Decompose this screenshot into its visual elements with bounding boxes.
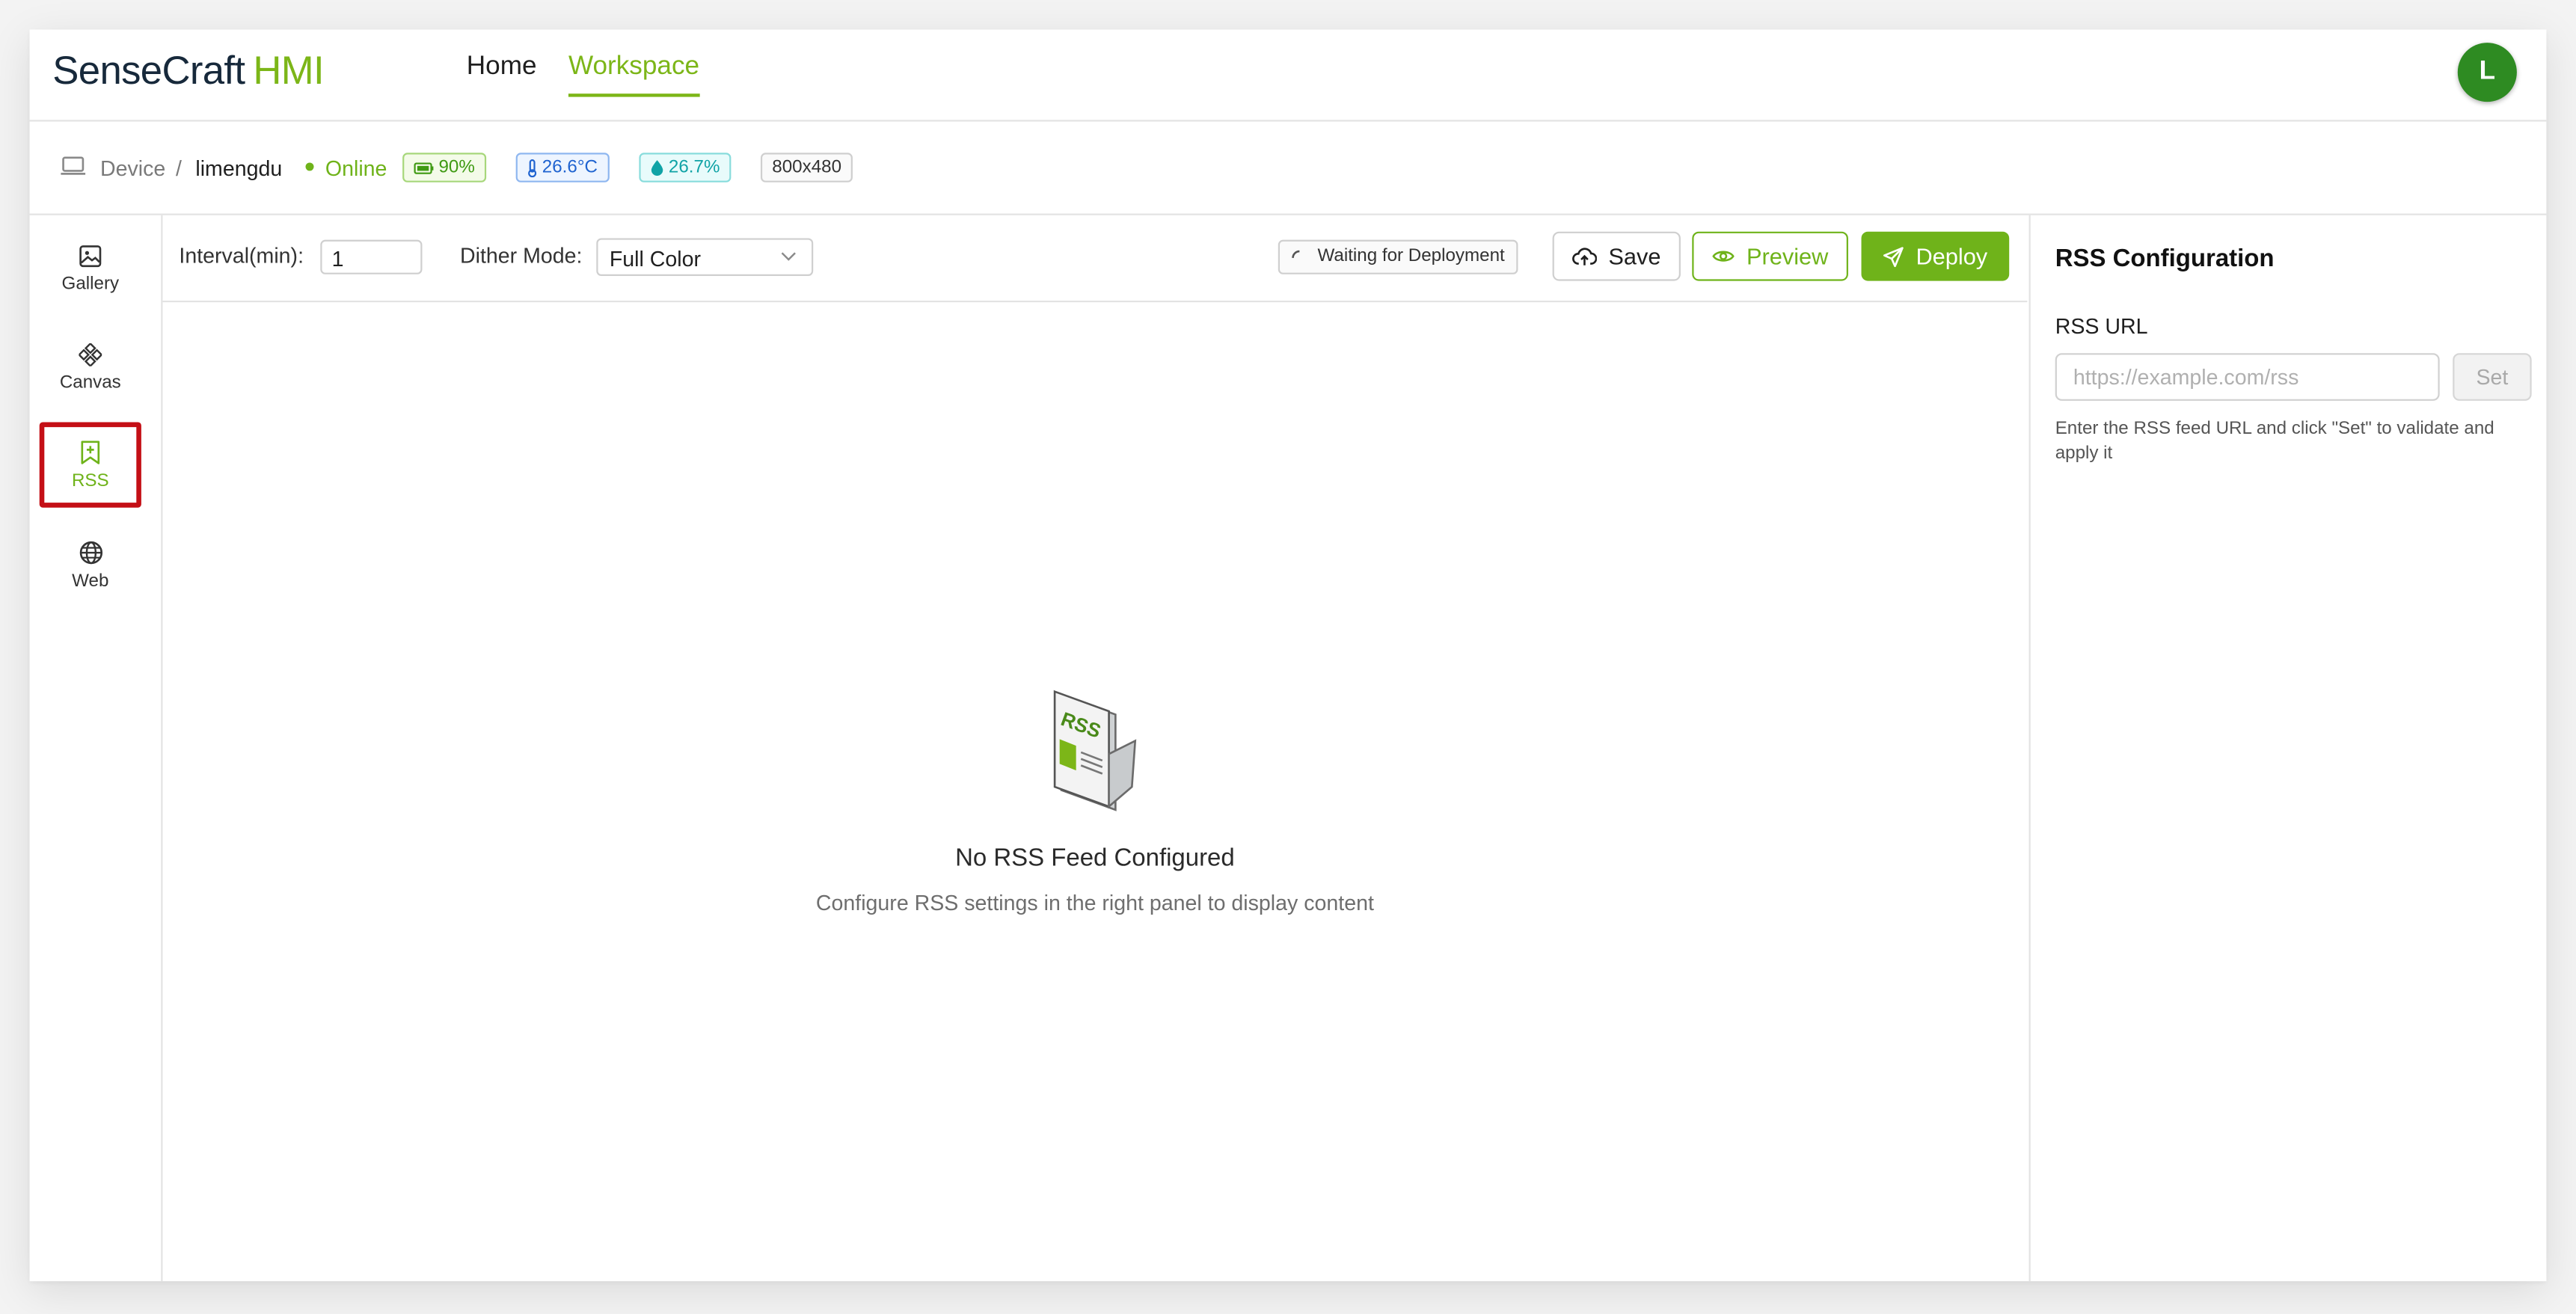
humidity-badge: 26.7% [639, 153, 732, 182]
empty-state-title: No RSS Feed Configured [955, 844, 1235, 873]
nav-home[interactable]: Home [467, 52, 537, 82]
battery-icon [414, 162, 434, 174]
save-button-label: Save [1608, 243, 1661, 270]
breadcrumb-separator: / [176, 156, 182, 181]
device-status-text: Online [325, 156, 387, 181]
sidebar-item-label: Gallery [61, 274, 120, 295]
save-button[interactable]: Save [1552, 231, 1681, 281]
deploy-button-label: Deploy [1916, 243, 1988, 270]
loading-spinner-icon [1292, 249, 1300, 257]
temperature-value: 26.6°C [542, 157, 598, 178]
rss-config-panel: RSS Configuration RSS URL https://exampl… [2028, 215, 2547, 1282]
sidebar-item-label: Web [72, 571, 109, 591]
eye-icon [1712, 251, 1735, 262]
rss-url-input[interactable]: https://example.com/rss [2055, 353, 2440, 401]
workspace-toolbar: Interval(min): 1 Dither Mode: Full Color… [162, 215, 2028, 303]
resolution-badge: 800x480 [760, 153, 853, 182]
app-window: SenseCraft HMI Home Workspace L Device / … [29, 29, 2547, 1282]
rss-document-illustration: RSS [1053, 690, 1137, 811]
sidebar-item-rss[interactable]: RSS [39, 422, 141, 508]
sidebar-item-label: Canvas [59, 372, 121, 393]
preview-button[interactable]: Preview [1692, 231, 1848, 281]
logo-text-product: HMI [253, 49, 325, 94]
canvas-icon [79, 343, 102, 366]
chevron-down-icon [781, 252, 796, 261]
rss-url-label: RSS URL [2055, 313, 2148, 339]
humidity-value: 26.7% [668, 157, 720, 178]
sidebar-item-gallery[interactable]: Gallery [40, 227, 141, 312]
left-sidebar: Gallery Canvas RSS Web [30, 215, 163, 1282]
preview-button-label: Preview [1746, 243, 1829, 270]
breadcrumb-device[interactable]: Device [100, 156, 165, 181]
dither-mode-label: Dither Mode: [459, 243, 583, 268]
deployment-status-badge: Waiting for Deployment [1278, 239, 1518, 274]
laptop-icon [61, 154, 86, 184]
bookmark-plus-icon [81, 440, 100, 464]
sidebar-item-label: RSS [71, 470, 109, 491]
logo-text-brand: SenseCraft [52, 49, 245, 94]
user-avatar[interactable]: L [2457, 43, 2517, 102]
deploy-button[interactable]: Deploy [1861, 231, 2010, 281]
sidebar-item-web[interactable]: Web [40, 522, 141, 607]
set-button[interactable]: Set [2453, 353, 2532, 401]
panel-title: RSS Configuration [2055, 245, 2275, 273]
empty-state-subtitle: Configure RSS settings in the right pane… [815, 890, 1374, 915]
interval-input[interactable]: 1 [320, 239, 423, 274]
interval-label: Interval(min): [179, 243, 304, 268]
nav-workspace[interactable]: Workspace [568, 52, 700, 97]
device-bar: Device / limengdu Online 90% 26.6°C 26.7… [29, 122, 2547, 215]
preview-canvas-area: RSS No RSS Feed Configured Configure RSS… [162, 302, 2027, 1281]
top-header: SenseCraft HMI Home Workspace L [29, 30, 2547, 122]
battery-value: 90% [438, 157, 475, 178]
app-logo[interactable]: SenseCraft HMI [52, 49, 324, 95]
status-dot-icon [305, 162, 314, 171]
battery-badge: 90% [402, 153, 487, 182]
device-status: Online [305, 156, 387, 181]
rss-url-help-text: Enter the RSS feed URL and click "Set" t… [2055, 419, 2494, 464]
send-icon [1883, 246, 1904, 267]
deployment-status-text: Waiting for Deployment [1317, 246, 1505, 266]
dither-mode-value: Full Color [609, 246, 702, 271]
droplet-icon [651, 160, 663, 176]
thermometer-icon [528, 158, 537, 177]
dither-mode-select[interactable]: Full Color [596, 238, 814, 276]
globe-icon [79, 540, 102, 564]
sidebar-item-canvas[interactable]: Canvas [40, 325, 141, 411]
image-icon [79, 245, 102, 268]
temperature-badge: 26.6°C [515, 153, 610, 182]
device-name: limengdu [195, 156, 283, 181]
cloud-upload-icon [1572, 248, 1597, 265]
